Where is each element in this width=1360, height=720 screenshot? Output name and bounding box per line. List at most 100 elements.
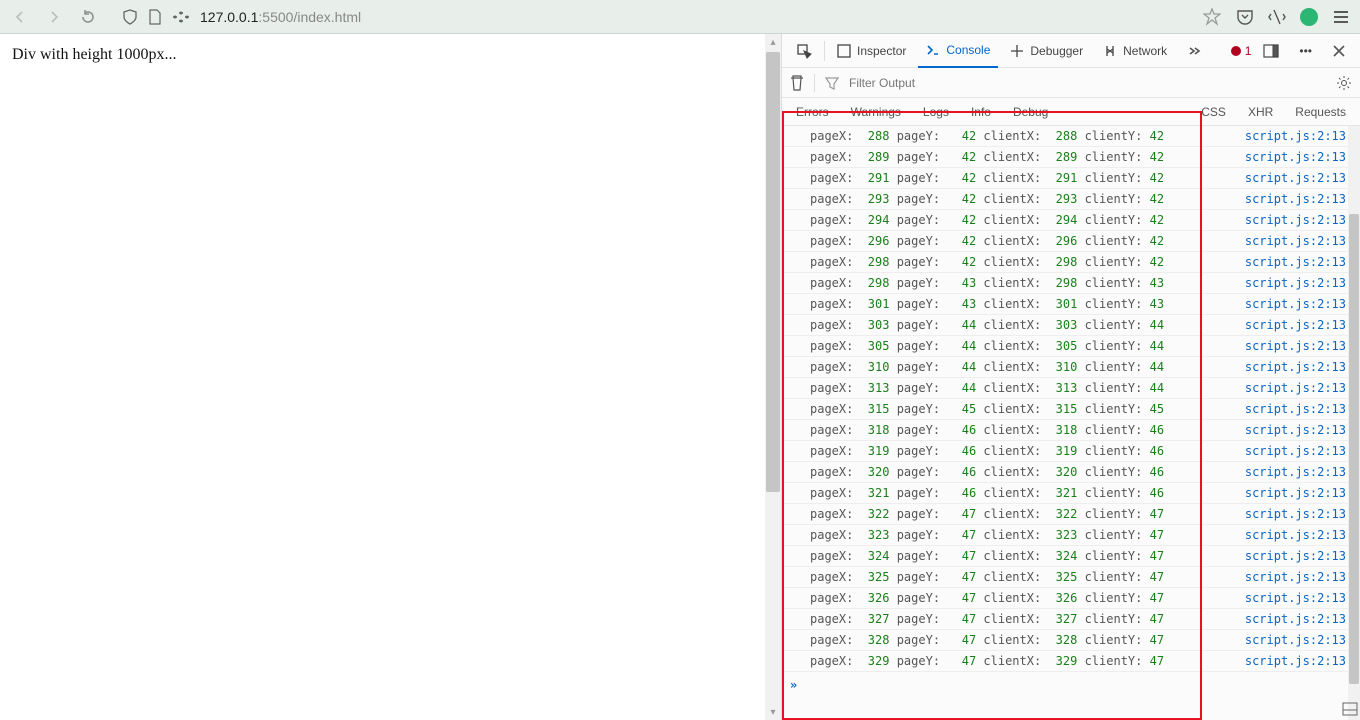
cat-warnings[interactable]: Warnings	[845, 103, 907, 121]
cat-debug[interactable]: Debug	[1007, 103, 1054, 121]
console-source-link[interactable]: script.js:2:13	[1245, 213, 1346, 227]
menu-icon[interactable]	[1332, 8, 1350, 26]
back-button[interactable]	[10, 7, 30, 27]
console-output[interactable]: pageX: 288 pageY: 42 clientX: 288 client…	[782, 126, 1360, 720]
console-log-row: pageX: 293 pageY: 42 clientX: 293 client…	[782, 189, 1360, 210]
console-source-link[interactable]: script.js:2:13	[1245, 171, 1346, 185]
console-log-message: pageX: 325 pageY: 47 clientX: 325 client…	[810, 570, 1245, 584]
console-source-link[interactable]: script.js:2:13	[1245, 444, 1346, 458]
console-source-link[interactable]: script.js:2:13	[1245, 591, 1346, 605]
console-source-link[interactable]: script.js:2:13	[1245, 633, 1346, 647]
error-count-badge[interactable]: 1	[1231, 44, 1252, 58]
console-source-link[interactable]: script.js:2:13	[1245, 507, 1346, 521]
toolbar-right	[1236, 8, 1350, 26]
chevrons-icon: »	[790, 678, 797, 692]
console-source-link[interactable]: script.js:2:13	[1245, 129, 1346, 143]
console-log-row: pageX: 319 pageY: 46 clientX: 319 client…	[782, 441, 1360, 462]
page-icon	[148, 9, 162, 25]
tab-debugger[interactable]: Debugger	[1002, 34, 1091, 68]
devtools-tabs: Inspector Console Debugger Network 1 •••	[782, 34, 1360, 68]
console-input-row: »	[782, 672, 1360, 698]
cat-xhr[interactable]: XHR	[1242, 103, 1279, 121]
console-log-message: pageX: 321 pageY: 46 clientX: 321 client…	[810, 486, 1245, 500]
console-source-link[interactable]: script.js:2:13	[1245, 465, 1346, 479]
console-source-link[interactable]: script.js:2:13	[1245, 486, 1346, 500]
dev-icon[interactable]	[1268, 8, 1286, 26]
console-log-message: pageX: 323 pageY: 47 clientX: 323 client…	[810, 528, 1245, 542]
cat-logs[interactable]: Logs	[917, 103, 955, 121]
reload-button[interactable]	[78, 7, 98, 27]
console-source-link[interactable]: script.js:2:13	[1245, 360, 1346, 374]
tabs-overflow-button[interactable]	[1179, 34, 1209, 68]
filter-output-input[interactable]	[849, 76, 1326, 90]
console-source-link[interactable]: script.js:2:13	[1245, 255, 1346, 269]
scroll-up-arrow-icon[interactable]: ▴	[765, 34, 781, 50]
devtools-menu-button[interactable]: •••	[1291, 34, 1320, 68]
console-log-message: pageX: 318 pageY: 46 clientX: 318 client…	[810, 423, 1245, 437]
console-log-row: pageX: 298 pageY: 43 clientX: 298 client…	[782, 273, 1360, 294]
console-source-link[interactable]: script.js:2:13	[1245, 423, 1346, 437]
console-source-link[interactable]: script.js:2:13	[1245, 570, 1346, 584]
console-source-link[interactable]: script.js:2:13	[1245, 318, 1346, 332]
console-log-message: pageX: 294 pageY: 42 clientX: 294 client…	[810, 213, 1245, 227]
dock-side-button[interactable]	[1255, 34, 1287, 68]
bookmark-star-icon[interactable]	[1202, 7, 1222, 27]
shield-icon[interactable]	[122, 9, 138, 25]
cat-css[interactable]: CSS	[1195, 103, 1232, 121]
console-log-message: pageX: 315 pageY: 45 clientX: 315 client…	[810, 402, 1245, 416]
permissions-icon[interactable]	[172, 10, 190, 24]
console-source-link[interactable]: script.js:2:13	[1245, 528, 1346, 542]
console-source-link[interactable]: script.js:2:13	[1245, 549, 1346, 563]
page-viewport[interactable]: Div with height 1000px... ▴ ▾	[0, 34, 782, 720]
split-console-icon[interactable]	[1342, 702, 1358, 716]
tab-network[interactable]: Network	[1095, 34, 1175, 68]
error-dot-icon	[1231, 46, 1241, 56]
forward-button[interactable]	[44, 7, 64, 27]
devtools-panel: Inspector Console Debugger Network 1 •••…	[782, 34, 1360, 720]
console-source-link[interactable]: script.js:2:13	[1245, 192, 1346, 206]
extension-badge-icon[interactable]	[1300, 8, 1318, 26]
console-source-link[interactable]: script.js:2:13	[1245, 276, 1346, 290]
console-source-link[interactable]: script.js:2:13	[1245, 654, 1346, 668]
cat-info[interactable]: Info	[965, 103, 997, 121]
console-categories: Errors Warnings Logs Info Debug CSS XHR …	[782, 98, 1360, 126]
console-scroll-thumb[interactable]	[1349, 214, 1359, 684]
console-log-message: pageX: 303 pageY: 44 clientX: 303 client…	[810, 318, 1245, 332]
console-settings-icon[interactable]	[1336, 75, 1352, 91]
pick-element-button[interactable]	[788, 34, 820, 68]
console-log-row: pageX: 310 pageY: 44 clientX: 310 client…	[782, 357, 1360, 378]
cat-errors[interactable]: Errors	[790, 103, 835, 121]
console-log-row: pageX: 288 pageY: 42 clientX: 288 client…	[782, 126, 1360, 147]
console-log-row: pageX: 326 pageY: 47 clientX: 326 client…	[782, 588, 1360, 609]
console-source-link[interactable]: script.js:2:13	[1245, 612, 1346, 626]
console-log-row: pageX: 329 pageY: 47 clientX: 329 client…	[782, 651, 1360, 672]
tab-debugger-label: Debugger	[1030, 44, 1083, 58]
console-source-link[interactable]: script.js:2:13	[1245, 381, 1346, 395]
console-log-message: pageX: 291 pageY: 42 clientX: 291 client…	[810, 171, 1245, 185]
console-scrollbar[interactable]	[1348, 126, 1360, 720]
tab-console[interactable]: Console	[918, 34, 998, 68]
scroll-thumb[interactable]	[766, 52, 780, 492]
address-bar[interactable]: 127.0.0.1:5500/index.html	[112, 9, 1188, 25]
console-log-row: pageX: 315 pageY: 45 clientX: 315 client…	[782, 399, 1360, 420]
cat-requests[interactable]: Requests	[1289, 103, 1352, 121]
console-log-row: pageX: 296 pageY: 42 clientX: 296 client…	[782, 231, 1360, 252]
console-source-link[interactable]: script.js:2:13	[1245, 402, 1346, 416]
pocket-icon[interactable]	[1236, 8, 1254, 26]
console-toolbar	[782, 68, 1360, 98]
scroll-down-arrow-icon[interactable]: ▾	[765, 704, 781, 720]
page-scrollbar[interactable]: ▴ ▾	[765, 34, 781, 720]
console-source-link[interactable]: script.js:2:13	[1245, 297, 1346, 311]
tab-inspector[interactable]: Inspector	[829, 34, 914, 68]
console-log-message: pageX: 313 pageY: 44 clientX: 313 client…	[810, 381, 1245, 395]
trash-icon[interactable]	[790, 75, 804, 91]
console-source-link[interactable]: script.js:2:13	[1245, 234, 1346, 248]
console-source-link[interactable]: script.js:2:13	[1245, 150, 1346, 164]
console-log-row: pageX: 298 pageY: 42 clientX: 298 client…	[782, 252, 1360, 273]
url-text: 127.0.0.1:5500/index.html	[200, 9, 361, 25]
devtools-close-button[interactable]	[1324, 34, 1354, 68]
console-input[interactable]	[805, 678, 1360, 692]
filter-icon[interactable]	[825, 76, 839, 90]
console-log-message: pageX: 301 pageY: 43 clientX: 301 client…	[810, 297, 1245, 311]
console-source-link[interactable]: script.js:2:13	[1245, 339, 1346, 353]
